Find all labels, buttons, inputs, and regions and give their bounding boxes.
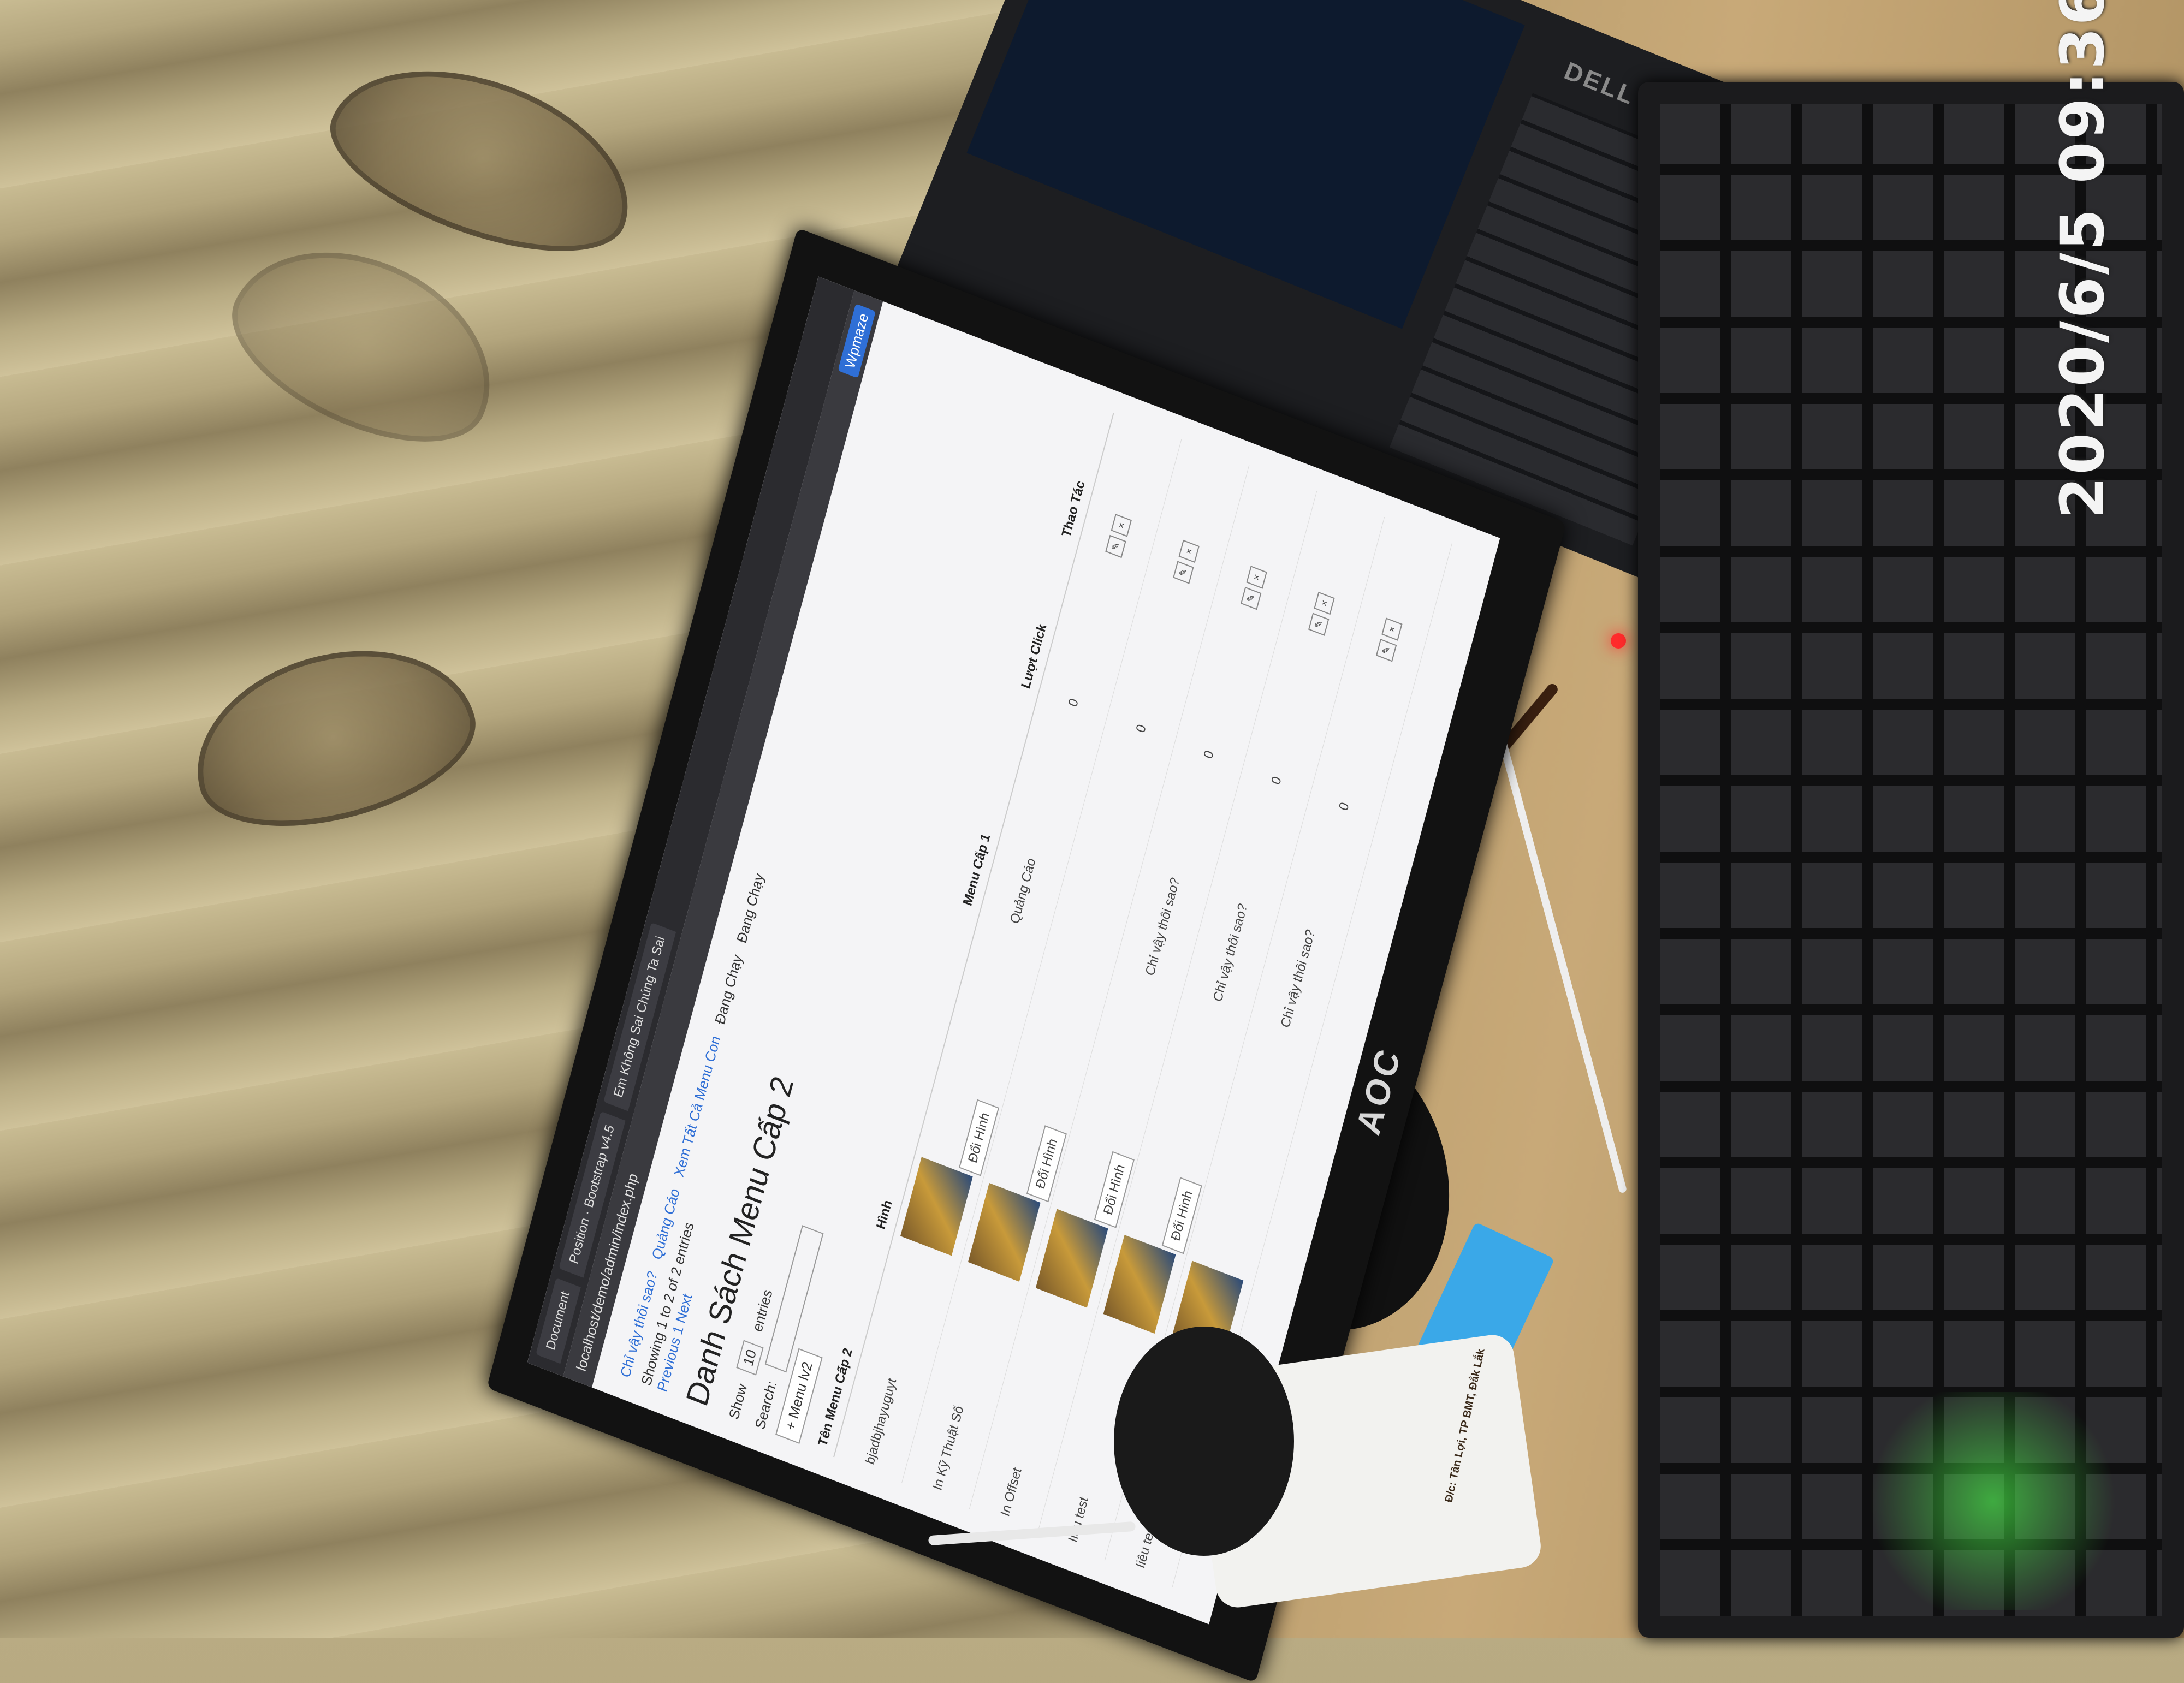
keyboard-green-backlight	[1856, 1392, 2129, 1610]
edit-icon[interactable]: ✎	[1105, 534, 1126, 558]
edit-icon[interactable]: ✎	[1240, 586, 1261, 610]
code-lines: <td> <?php echo $row['name']; ?> </td> <…	[1054, 0, 1525, 112]
red-led-adapter	[1611, 633, 1626, 649]
cup-lid	[1114, 1327, 1294, 1556]
edit-icon[interactable]: ✎	[1172, 561, 1194, 584]
edit-icon[interactable]: ✎	[1375, 638, 1397, 662]
submenu-thumbnail	[1035, 1209, 1108, 1308]
show-label: Show	[726, 1381, 751, 1422]
submenu-thumbnail	[900, 1157, 973, 1256]
laptop-brand: DELL	[1560, 56, 1640, 111]
close-icon[interactable]: ×	[1178, 539, 1200, 563]
submenu-thumbnail	[1103, 1235, 1176, 1334]
search-label: Search:	[751, 1378, 780, 1432]
submenu-thumbnail	[968, 1183, 1041, 1282]
laptop-screen-code-editor: <td> <?php echo $row['name']; ?> </td> <…	[966, 0, 1525, 329]
entries-label: entries	[749, 1287, 776, 1334]
close-icon[interactable]: ×	[1381, 617, 1403, 641]
close-icon[interactable]: ×	[1313, 591, 1335, 615]
photo-timestamp: 2020/6/5 09:36	[2048, 0, 2117, 519]
edit-icon[interactable]: ✎	[1308, 612, 1329, 636]
close-icon[interactable]: ×	[1111, 513, 1132, 537]
page-size-select[interactable]: 10	[736, 1340, 764, 1376]
close-icon[interactable]: ×	[1245, 566, 1267, 589]
